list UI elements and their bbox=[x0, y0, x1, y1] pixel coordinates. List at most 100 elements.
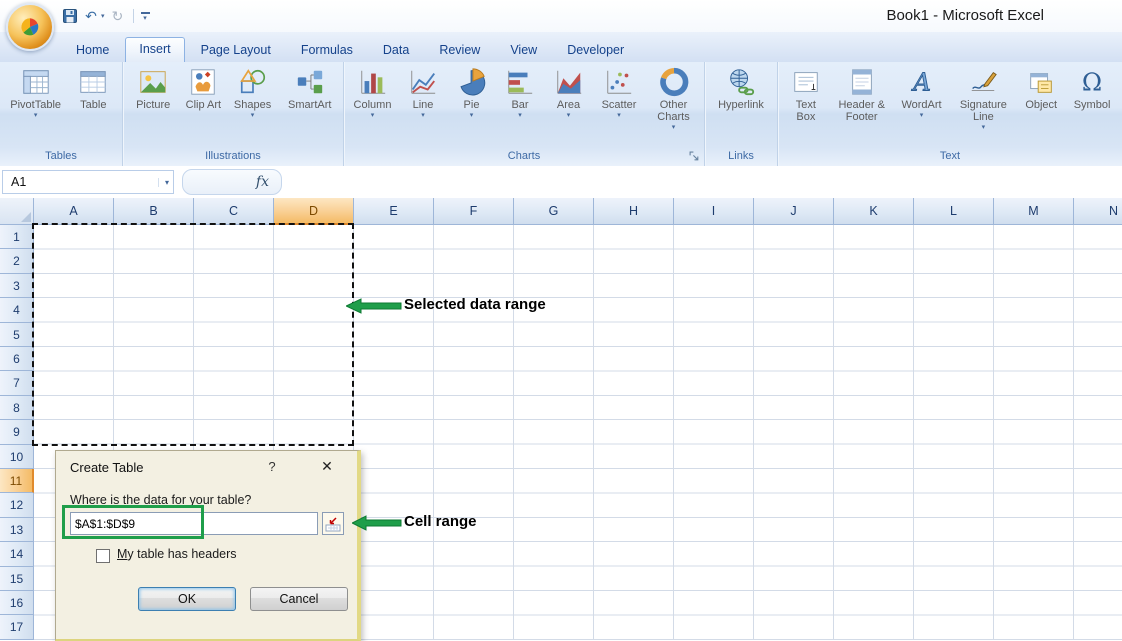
row-header-15[interactable]: 15 bbox=[0, 567, 34, 591]
ribbon-button-label: SmartArt bbox=[288, 99, 331, 111]
row-header-12[interactable]: 12 bbox=[0, 493, 34, 517]
tab-insert[interactable]: Insert bbox=[125, 37, 184, 62]
ribbon-button-area[interactable]: Area▾ bbox=[547, 66, 591, 119]
office-button[interactable] bbox=[6, 3, 54, 51]
green-arrow-icon bbox=[346, 297, 402, 315]
title-bar: ↶ ▾ ↻ ▾ Book1 - Microsoft Excel bbox=[0, 0, 1122, 32]
ribbon-button-other-charts[interactable]: Other Charts▾ bbox=[648, 66, 700, 131]
row-header-10[interactable]: 10 bbox=[0, 445, 34, 469]
column-header-c[interactable]: C bbox=[194, 198, 274, 225]
tab-page-layout[interactable]: Page Layout bbox=[187, 39, 285, 62]
column-header-l[interactable]: L bbox=[914, 198, 994, 225]
ribbon-button-bar[interactable]: Bar▾ bbox=[498, 66, 542, 119]
tab-data[interactable]: Data bbox=[369, 39, 423, 62]
ribbon-button-symbol[interactable]: ΩSymbol bbox=[1069, 66, 1115, 111]
toolbar-separator bbox=[133, 9, 134, 23]
row-header-16[interactable]: 16 bbox=[0, 591, 34, 615]
row-header-9[interactable]: 9 bbox=[0, 420, 34, 444]
row-header-6[interactable]: 6 bbox=[0, 347, 34, 371]
ribbon-button-object[interactable]: Object bbox=[1020, 66, 1062, 111]
column-header-i[interactable]: I bbox=[674, 198, 754, 225]
undo-dropdown-icon[interactable]: ▾ bbox=[101, 12, 105, 20]
pie-chart-icon bbox=[456, 66, 488, 98]
dialog-title: Create Table bbox=[70, 460, 143, 475]
row-header-17[interactable]: 17 bbox=[0, 615, 34, 639]
column-header-k[interactable]: K bbox=[834, 198, 914, 225]
formula-input[interactable] bbox=[282, 170, 1122, 194]
column-header-d[interactable]: D bbox=[274, 198, 354, 225]
customize-quick-access-button[interactable]: ▾ bbox=[141, 12, 150, 21]
ribbon-tab-row: HomeInsertPage LayoutFormulasDataReviewV… bbox=[0, 32, 1122, 62]
row-header-4[interactable]: 4 bbox=[0, 298, 34, 322]
row-header-1[interactable]: 1 bbox=[0, 225, 34, 249]
cancel-button[interactable]: Cancel bbox=[250, 587, 348, 611]
ribbon-button-picture[interactable]: Picture bbox=[128, 66, 178, 111]
ribbon-button-label: WordArt bbox=[901, 99, 941, 111]
undo-button[interactable]: ↶ bbox=[83, 7, 99, 25]
row-header-3[interactable]: 3 bbox=[0, 274, 34, 298]
ribbon-button-pie[interactable]: Pie▾ bbox=[450, 66, 494, 119]
save-button[interactable] bbox=[62, 7, 78, 25]
redo-button[interactable]: ↻ bbox=[110, 7, 126, 25]
ribbon-button-shapes[interactable]: Shapes▾ bbox=[229, 66, 277, 119]
ribbon-button-label: Bar bbox=[511, 99, 528, 111]
ribbon-button-pivottable[interactable]: PivotTable▾ bbox=[7, 66, 65, 119]
column-header-a[interactable]: A bbox=[34, 198, 114, 225]
ok-button[interactable]: OK bbox=[138, 587, 236, 611]
annotation-arrow-cell-range bbox=[352, 514, 402, 537]
ribbon-button-table[interactable]: Table bbox=[71, 66, 115, 111]
line-chart-icon bbox=[407, 66, 439, 98]
annotation-arrow-selected-range bbox=[346, 297, 402, 320]
tab-formulas[interactable]: Formulas bbox=[287, 39, 367, 62]
ribbon-button-text-box[interactable]: Text Box bbox=[785, 66, 827, 123]
row-header-11[interactable]: 11 bbox=[0, 469, 34, 493]
ribbon-button-label: Hyperlink bbox=[718, 99, 764, 111]
column-header-n[interactable]: N bbox=[1074, 198, 1122, 225]
column-header-b[interactable]: B bbox=[114, 198, 194, 225]
ribbon-button-smartart[interactable]: SmartArt bbox=[282, 66, 338, 111]
column-header-f[interactable]: F bbox=[434, 198, 514, 225]
ribbon-button-hyperlink[interactable]: Hyperlink bbox=[711, 66, 771, 111]
dialog-launcher-icon[interactable] bbox=[688, 151, 700, 163]
column-header-h[interactable]: H bbox=[594, 198, 674, 225]
row-header-2[interactable]: 2 bbox=[0, 249, 34, 273]
annotation-cell-range-label: Cell range bbox=[404, 513, 477, 530]
ribbon-button-clip-art[interactable]: Clip Art bbox=[183, 66, 223, 111]
column-header-e[interactable]: E bbox=[354, 198, 434, 225]
row-header-13[interactable]: 13 bbox=[0, 518, 34, 542]
dialog-help-button[interactable]: ? bbox=[263, 459, 281, 474]
ribbon-button-label: Object bbox=[1025, 99, 1057, 111]
dropdown-arrow-icon: ▾ bbox=[672, 124, 676, 131]
column-header-m[interactable]: M bbox=[994, 198, 1074, 225]
tab-review[interactable]: Review bbox=[425, 39, 494, 62]
column-header-g[interactable]: G bbox=[514, 198, 594, 225]
ribbon-button-wordart[interactable]: AWordArt▾ bbox=[897, 66, 947, 119]
selection-marquee[interactable] bbox=[32, 223, 354, 446]
ribbon-button-header-footer[interactable]: Header & Footer bbox=[834, 66, 890, 123]
ribbon: PivotTable▾TableTablesPictureClip ArtSha… bbox=[0, 62, 1122, 167]
insert-function-button[interactable]: fx bbox=[256, 174, 269, 190]
name-box[interactable]: A1 ▾ bbox=[2, 170, 174, 194]
ribbon-button-column[interactable]: Column▾ bbox=[349, 66, 397, 119]
ribbon-button-label: Symbol bbox=[1074, 99, 1111, 111]
undo-icon: ↶ bbox=[85, 8, 97, 25]
ribbon-button-scatter[interactable]: Scatter▾ bbox=[595, 66, 643, 119]
name-box-dropdown-icon[interactable]: ▾ bbox=[158, 178, 169, 187]
headers-checkbox[interactable] bbox=[96, 549, 110, 563]
row-header-7[interactable]: 7 bbox=[0, 371, 34, 395]
ribbon-button-signature-line[interactable]: Signature Line▾ bbox=[953, 66, 1013, 131]
tab-home[interactable]: Home bbox=[62, 39, 123, 62]
tab-developer[interactable]: Developer bbox=[553, 39, 638, 62]
select-all-corner[interactable] bbox=[0, 198, 34, 225]
column-header-j[interactable]: J bbox=[754, 198, 834, 225]
row-header-8[interactable]: 8 bbox=[0, 396, 34, 420]
dropdown-arrow-icon: ▾ bbox=[567, 112, 571, 119]
ribbon-button-label: Header & Footer bbox=[834, 99, 890, 123]
range-selector-button[interactable] bbox=[322, 512, 344, 535]
row-header-5[interactable]: 5 bbox=[0, 323, 34, 347]
dialog-close-button[interactable]: ✕ bbox=[316, 458, 338, 475]
picture-icon bbox=[137, 66, 169, 98]
ribbon-button-line[interactable]: Line▾ bbox=[401, 66, 445, 119]
row-header-14[interactable]: 14 bbox=[0, 542, 34, 566]
tab-view[interactable]: View bbox=[496, 39, 551, 62]
